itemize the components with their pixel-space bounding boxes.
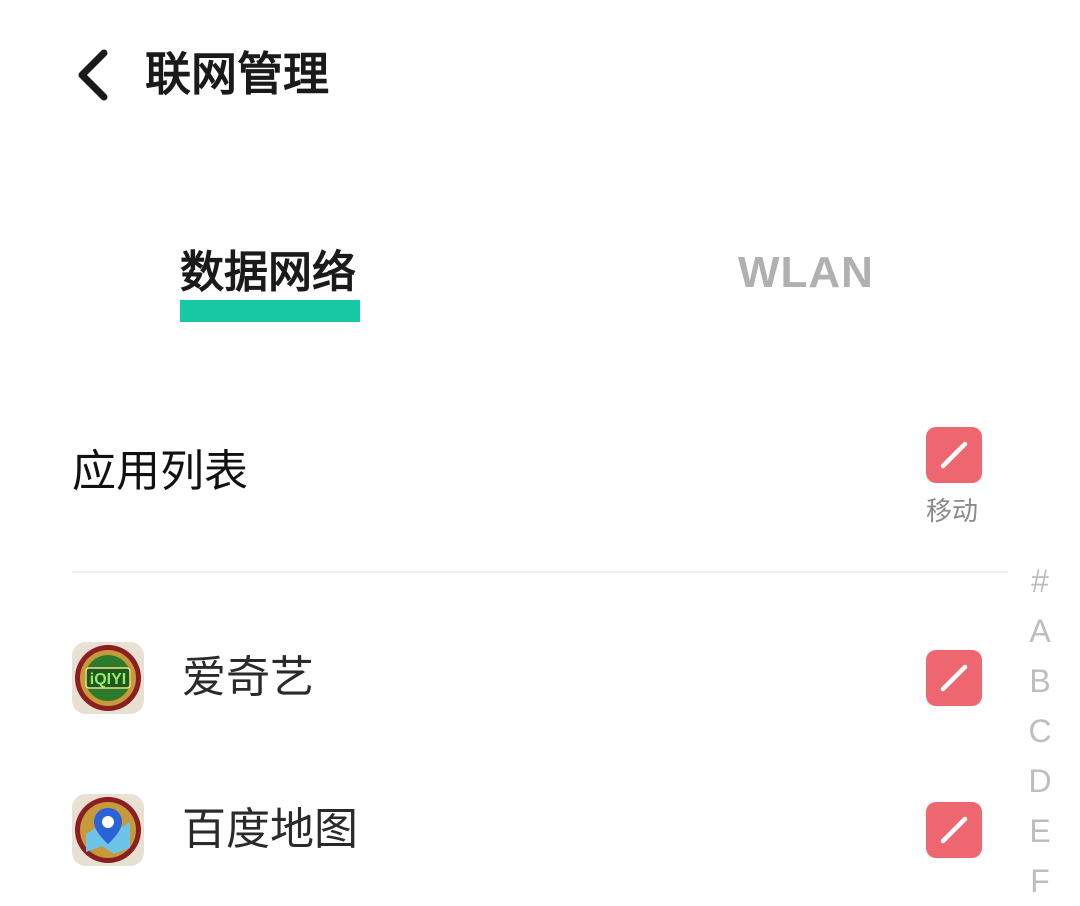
- index-letter-b[interactable]: B: [1018, 656, 1062, 706]
- section-title: 应用列表: [72, 446, 248, 497]
- app-name: 爱奇艺: [182, 652, 314, 703]
- baidu-map-app-icon: [72, 794, 144, 866]
- divider: [72, 571, 1008, 573]
- app-mobile-data-toggle[interactable]: [926, 802, 982, 858]
- app-mobile-data-toggle[interactable]: [926, 650, 982, 706]
- index-letter-c[interactable]: C: [1018, 706, 1062, 756]
- list-item: iQIYI 爱奇艺: [72, 642, 1008, 722]
- index-letter-hash[interactable]: #: [1018, 556, 1062, 606]
- list-item: 百度地图: [72, 794, 1008, 874]
- index-letter-f[interactable]: F: [1018, 856, 1062, 906]
- chevron-left-icon: [78, 49, 108, 101]
- alphabet-index[interactable]: # A B C D E F: [1018, 556, 1062, 906]
- slash-icon: [940, 441, 968, 469]
- slash-icon: [940, 816, 968, 844]
- slash-icon: [940, 664, 968, 692]
- mobile-data-toggle-all[interactable]: [926, 427, 982, 483]
- page-title: 联网管理: [145, 47, 329, 101]
- active-tab-indicator: [180, 300, 360, 322]
- iqiyi-app-icon: iQIYI: [72, 642, 144, 714]
- app-name: 百度地图: [182, 804, 358, 855]
- index-letter-e[interactable]: E: [1018, 806, 1062, 856]
- back-button[interactable]: [60, 40, 124, 110]
- toggle-caption: 移动: [925, 497, 978, 527]
- svg-text:iQIYI: iQIYI: [90, 671, 126, 688]
- tab-wlan[interactable]: WLAN: [738, 240, 874, 310]
- index-letter-a[interactable]: A: [1018, 606, 1062, 656]
- index-letter-d[interactable]: D: [1018, 756, 1062, 806]
